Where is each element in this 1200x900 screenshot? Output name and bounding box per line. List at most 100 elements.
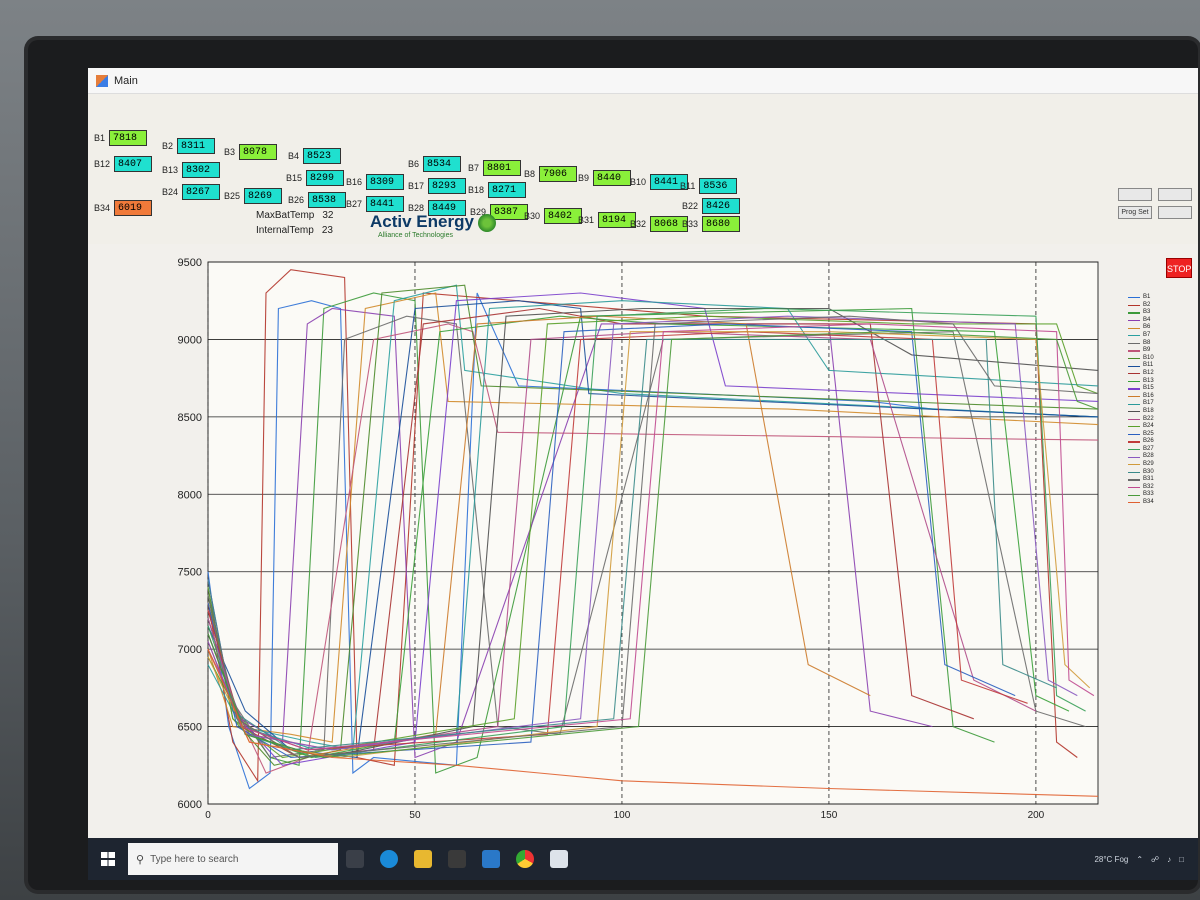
- leaf-icon: [477, 213, 496, 232]
- cell-b34: B34 6019: [94, 200, 153, 216]
- toolbar-button-3[interactable]: [1158, 206, 1192, 219]
- y-tick-label: 8500: [178, 412, 202, 424]
- cell-value: 8536: [699, 178, 738, 194]
- legend-swatch: [1128, 388, 1140, 390]
- legend-label: B9: [1143, 347, 1151, 354]
- cell-label: B4: [288, 151, 300, 161]
- cell-b13: B13 8302: [162, 162, 221, 178]
- volume-icon[interactable]: ♪: [1167, 855, 1171, 864]
- y-tick-label: 8000: [178, 489, 202, 501]
- legend-swatch: [1128, 342, 1140, 344]
- legend-swatch: [1128, 380, 1140, 382]
- cell-label: B12: [94, 159, 111, 169]
- legend-swatch: [1128, 357, 1140, 360]
- file-explorer-icon[interactable]: [414, 850, 432, 868]
- legend-label: B10: [1143, 354, 1154, 361]
- cell-b6: B6 8534: [408, 156, 462, 172]
- cell-label: B6: [408, 159, 420, 169]
- cell-label: B31: [578, 215, 595, 225]
- toolbar-button-1[interactable]: [1118, 188, 1152, 201]
- cell-label: B18: [468, 185, 485, 195]
- prog-set-button[interactable]: Prog Set: [1118, 206, 1152, 219]
- legend-label: B8: [1143, 339, 1151, 346]
- cell-value: 8271: [488, 182, 527, 198]
- legend-label: B34: [1143, 499, 1154, 506]
- window-title: Main: [114, 74, 138, 87]
- legend-item: B17: [1128, 400, 1154, 408]
- legend-label: B2: [1143, 301, 1151, 308]
- cell-label: B8: [524, 169, 536, 179]
- legend-item: B32: [1128, 484, 1154, 492]
- cell-b8: B8 7906: [524, 166, 578, 182]
- x-tick-label: 50: [409, 810, 421, 821]
- max-temp-label: MaxBatTemp: [256, 210, 315, 221]
- cell-b30: B30 8402: [524, 208, 583, 224]
- cell-b25: B25 8269: [224, 188, 283, 204]
- cell-value: 8426: [702, 198, 741, 214]
- cell-b22: B22 8426: [682, 198, 741, 214]
- cell-value: 8311: [177, 138, 216, 154]
- cell-label: B3: [224, 147, 236, 157]
- legend-swatch: [1128, 418, 1140, 420]
- legend-item: B6: [1128, 324, 1154, 332]
- cell-b15: B15 8299: [286, 170, 345, 186]
- legend-label: B16: [1143, 392, 1154, 399]
- legend-item: B8: [1128, 340, 1154, 348]
- cell-label: B16: [346, 177, 363, 187]
- app-window-icon[interactable]: [550, 850, 568, 868]
- legend-swatch: [1128, 487, 1140, 489]
- start-button[interactable]: [88, 838, 128, 880]
- cell-voltage-panel: B1 7818 B2 8311 B3 8078 B4 8523 B6 8534 B7 8801 B8 79…: [88, 94, 1198, 244]
- x-tick-label: 200: [1028, 810, 1045, 821]
- cell-b31: B31 8194: [578, 212, 637, 228]
- internal-temp-value: 23: [321, 225, 333, 236]
- legend-label: B13: [1143, 377, 1154, 384]
- chrome-icon[interactable]: [516, 850, 534, 868]
- x-tick-label: 150: [821, 810, 838, 821]
- logo-tagline: Alliance of Technologies: [378, 232, 453, 239]
- legend-swatch: [1128, 395, 1140, 398]
- legend-swatch: [1128, 411, 1140, 413]
- mail-icon[interactable]: [482, 850, 500, 868]
- monitor-screen: Main B1 7818 B2 8311 B3 8078 B4 8523 B6 8534 B7 880…: [88, 68, 1198, 880]
- task-view-icon[interactable]: [346, 850, 364, 868]
- cell-value: 8441: [366, 196, 405, 212]
- window-titlebar[interactable]: Main: [88, 68, 1198, 94]
- network-icon[interactable]: ☍: [1151, 855, 1159, 864]
- store-icon[interactable]: [448, 850, 466, 868]
- legend-swatch: [1128, 433, 1140, 436]
- cell-value: 8440: [593, 170, 632, 186]
- system-tray: 28°C Fog ⌃ ☍ ♪ □: [1094, 855, 1198, 864]
- taskbar-search-input[interactable]: ⚲ Type here to search: [128, 843, 338, 875]
- legend-label: B6: [1143, 324, 1151, 331]
- cell-label: B11: [680, 181, 696, 191]
- cell-value: 8078: [239, 144, 278, 160]
- voltage-chart: 6000 6500 7000 7500 8000 8500 9000 9500 0 50 100 15…: [88, 244, 1178, 824]
- weather-text: 28°C Fog: [1094, 854, 1129, 864]
- cell-value: 8309: [366, 174, 405, 190]
- legend-item: B34: [1128, 499, 1154, 507]
- legend-item: B3: [1128, 309, 1154, 317]
- chart-legend: B1 B2 B3 B4 B6 B7 B8 B9 B10 B11 B12 B13 B15 B16 B17 B18…: [1128, 294, 1154, 507]
- cell-b3: B3 8078: [224, 144, 278, 160]
- toolbar-button-2[interactable]: [1158, 188, 1192, 201]
- cell-label: B7: [468, 163, 480, 173]
- cell-b2: B2 8311: [162, 138, 216, 154]
- chart-svg: 6000 6500 7000 7500 8000 8500 9000 9500 0 50 100 15…: [178, 257, 1099, 821]
- legend-swatch: [1128, 373, 1140, 375]
- edge-icon[interactable]: [380, 850, 398, 868]
- cell-label: B1: [94, 133, 106, 143]
- legend-item: B18: [1128, 408, 1154, 416]
- search-placeholder: Type here to search: [150, 853, 239, 865]
- cell-label: B27: [346, 199, 363, 209]
- legend-swatch: [1128, 403, 1140, 405]
- legend-label: B24: [1143, 423, 1154, 430]
- notification-icon[interactable]: □: [1179, 855, 1184, 864]
- legend-label: B15: [1143, 385, 1154, 392]
- chevron-up-icon[interactable]: ⌃: [1136, 855, 1143, 864]
- cell-value: 8801: [483, 160, 522, 176]
- legend-swatch: [1128, 479, 1140, 481]
- x-tick-label: 100: [614, 810, 631, 821]
- legend-label: B32: [1143, 483, 1154, 490]
- cell-label: B32: [630, 219, 647, 229]
